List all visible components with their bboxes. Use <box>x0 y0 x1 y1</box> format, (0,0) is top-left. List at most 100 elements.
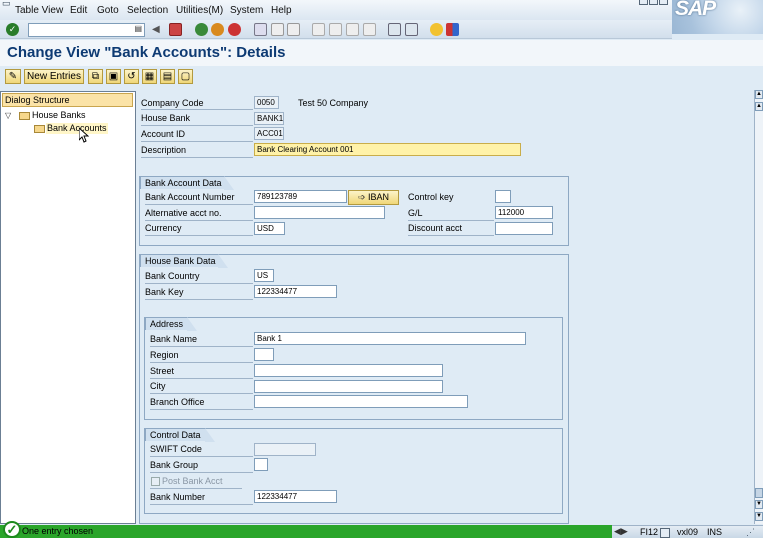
create-session-icon[interactable] <box>388 23 401 36</box>
insert-mode[interactable]: INS <box>707 527 722 537</box>
description-field[interactable]: Bank Clearing Account 001 <box>254 143 521 156</box>
scroll-page-down-icon[interactable]: ▼ <box>755 500 763 509</box>
scroll-thumb[interactable] <box>755 488 763 498</box>
next-page-icon[interactable] <box>346 23 359 36</box>
session-icon[interactable] <box>660 528 670 538</box>
branch-office-field[interactable] <box>254 395 468 408</box>
status-expand-icon[interactable]: ◀▶ <box>614 526 628 537</box>
label-underline <box>141 125 253 126</box>
iban-button[interactable]: ➩ IBAN <box>348 190 399 205</box>
alternative-acct-label: Alternative acct no. <box>145 208 222 218</box>
undo-icon[interactable]: ↺ <box>124 69 139 84</box>
back-icon[interactable] <box>195 23 208 36</box>
control-data-header: Control Data <box>145 428 215 442</box>
last-page-icon[interactable] <box>363 23 376 36</box>
menu-system[interactable]: System <box>230 5 263 16</box>
menu-help[interactable]: Help <box>271 5 292 16</box>
server-name: vxl09 <box>677 527 699 537</box>
change-display-icon[interactable]: ✎ <box>5 69 21 84</box>
gl-field[interactable]: 112000 <box>495 206 553 219</box>
copy-icon[interactable]: ⧉ <box>88 69 103 84</box>
scroll-page-up-icon[interactable]: ▲ <box>755 102 763 111</box>
alternative-acct-field[interactable] <box>254 206 385 219</box>
first-page-icon[interactable] <box>312 23 325 36</box>
command-input[interactable] <box>29 24 133 36</box>
bank-group-label: Bank Group <box>150 460 199 470</box>
iban-label: IBAN <box>368 192 390 202</box>
control-key-field[interactable] <box>495 190 511 203</box>
find-next-icon[interactable] <box>287 23 300 36</box>
help-icon[interactable] <box>430 23 443 36</box>
exit-icon[interactable] <box>211 23 224 36</box>
tree-node-bank-accounts[interactable]: Bank Accounts <box>34 123 107 133</box>
system-menu-icon[interactable]: ▭ <box>2 0 11 9</box>
gl-label: G/L <box>408 208 423 218</box>
bank-group-field[interactable] <box>254 458 268 471</box>
close-icon[interactable] <box>659 0 668 5</box>
expand-triangle-icon[interactable]: ▽ <box>5 111 11 120</box>
new-entries-button[interactable]: New Entries <box>24 69 84 84</box>
window-controls <box>638 0 668 7</box>
select-block-icon[interactable]: ▤ <box>160 69 175 84</box>
scroll-down-icon[interactable]: ▼ <box>755 512 763 521</box>
post-bank-checkbox[interactable] <box>151 477 160 486</box>
menu-goto[interactable]: Goto <box>97 5 119 16</box>
bank-account-data-header: Bank Account Data <box>140 176 234 190</box>
resize-grip-icon[interactable]: ⋰ <box>746 527 755 538</box>
bank-account-number-field[interactable]: 789123789 <box>254 190 347 203</box>
bank-name-label: Bank Name <box>150 334 198 344</box>
control-key-label: Control key <box>408 192 454 202</box>
find-icon[interactable] <box>271 23 284 36</box>
branch-office-label: Branch Office <box>150 397 205 407</box>
menu-table-view[interactable]: Table View <box>15 5 63 16</box>
print-icon[interactable] <box>254 23 267 36</box>
bank-name-field[interactable]: Bank 1 <box>254 332 526 345</box>
discount-acct-label: Discount acct <box>408 223 463 233</box>
label-underline <box>150 362 253 363</box>
street-label: Street <box>150 366 175 376</box>
bank-key-label: Bank Key <box>145 287 184 297</box>
label-underline <box>150 393 253 394</box>
delete-icon[interactable]: ▣ <box>106 69 121 84</box>
label-underline <box>150 378 253 379</box>
street-field[interactable] <box>254 364 443 377</box>
label-underline <box>141 109 253 110</box>
shortcut-icon[interactable] <box>405 23 418 36</box>
minimize-icon[interactable] <box>639 0 648 5</box>
currency-field[interactable]: USD <box>254 222 285 235</box>
command-history-icon[interactable]: ▤ <box>134 24 142 33</box>
open-folder-icon <box>34 124 45 133</box>
bank-key-field[interactable]: 122334477 <box>254 285 337 298</box>
collapse-icon[interactable]: ◀ <box>152 23 162 36</box>
company-code-field: 0050 <box>254 96 279 109</box>
bank-number-field[interactable]: 122334477 <box>254 490 337 503</box>
select-all-icon[interactable]: ▦ <box>142 69 157 84</box>
previous-page-icon[interactable] <box>329 23 342 36</box>
enter-icon[interactable]: ✓ <box>6 23 19 36</box>
menu-selection[interactable]: Selection <box>127 5 168 16</box>
vertical-scrollbar[interactable]: ▲ ▲ ▼ ▼ <box>754 90 763 524</box>
label-underline <box>408 220 494 221</box>
city-field[interactable] <box>254 380 443 393</box>
label-underline <box>150 409 253 410</box>
command-field[interactable]: ▤ <box>28 23 145 37</box>
bank-account-number-label: Bank Account Number <box>145 192 235 202</box>
house-bank-field: BANK1 <box>254 112 284 125</box>
menu-utilities[interactable]: Utilities(M) <box>176 5 223 16</box>
label-underline <box>150 472 253 473</box>
save-icon[interactable] <box>169 23 182 36</box>
house-bank-data-header: House Bank Data <box>140 254 228 268</box>
tree-node-house-banks[interactable]: House Banks <box>19 110 86 120</box>
cancel-icon[interactable] <box>228 23 241 36</box>
region-field[interactable] <box>254 348 274 361</box>
discount-acct-field[interactable] <box>495 222 553 235</box>
deselect-all-icon[interactable]: ▢ <box>178 69 193 84</box>
sap-logo: SAP <box>672 0 763 34</box>
swift-code-field <box>254 443 316 456</box>
scroll-up-icon[interactable]: ▲ <box>755 90 763 99</box>
bank-country-field[interactable]: US <box>254 269 274 282</box>
maximize-icon[interactable] <box>649 0 658 5</box>
menu-edit[interactable]: Edit <box>70 5 87 16</box>
layout-icon[interactable] <box>446 23 459 36</box>
bank-number-label: Bank Number <box>150 492 206 502</box>
